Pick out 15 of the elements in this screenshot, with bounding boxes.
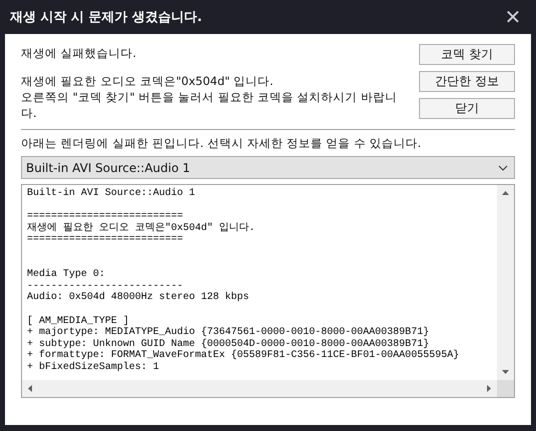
failure-message: 재생에 실패했습니다. [21, 45, 138, 61]
scrollbar-corner [497, 380, 514, 397]
dialog-button[interactable]: 간단한 정보 [419, 71, 515, 92]
codec-message: 재생에 필요한 오디오 코덱은"0x504d" 입니다. 오른쪽의 "코덱 찾기" 버튼을 눌러서 필요한 코덱을 설치하시기 바랍니다. [21, 73, 398, 121]
horizontal-scrollbar[interactable] [22, 380, 497, 397]
pin-dropdown[interactable]: Built-in AVI Source::Audio 1 [21, 156, 515, 179]
close-button[interactable]: ✕ [499, 3, 527, 31]
window-title: 재생 시작 시 문제가 생겼습니다. [10, 9, 202, 26]
vertical-scrollbar[interactable] [497, 185, 514, 380]
chevron-down-icon [498, 164, 508, 170]
details-text-box[interactable] [21, 184, 515, 398]
pins-label: 아래는 렌더링에 실패한 핀입니다. 선택시 자세한 정보를 얻을 수 있습니다. [21, 136, 422, 151]
details-text: Built-in AVI Source::Audio 1 ========================== 재생에 필요한 오디오 코덱은"0x504d" 입니다. ========================== Media Type 0: -------------------------- Audio: 0x504d 48000Hz stereo 128 kbps [ AM_MEDIA_TYPE ] + majortype: MEDIATYPE_Audio {73647561-0000-0010-8000-00AA00389B71} + subtype: Unknown GUID Name {0000504D-0000-0010-8000-00AA00389B71} + formattype: FORMAT_WaveFormatEx {05589F81-C356-11CE-BF01-00AA0055595A} + bFixedSizeSamples: 1 [26, 186, 460, 375]
dialog-button[interactable]: 코덱 찾기 [419, 44, 515, 65]
dialog-button[interactable]: 닫기 [419, 98, 515, 119]
